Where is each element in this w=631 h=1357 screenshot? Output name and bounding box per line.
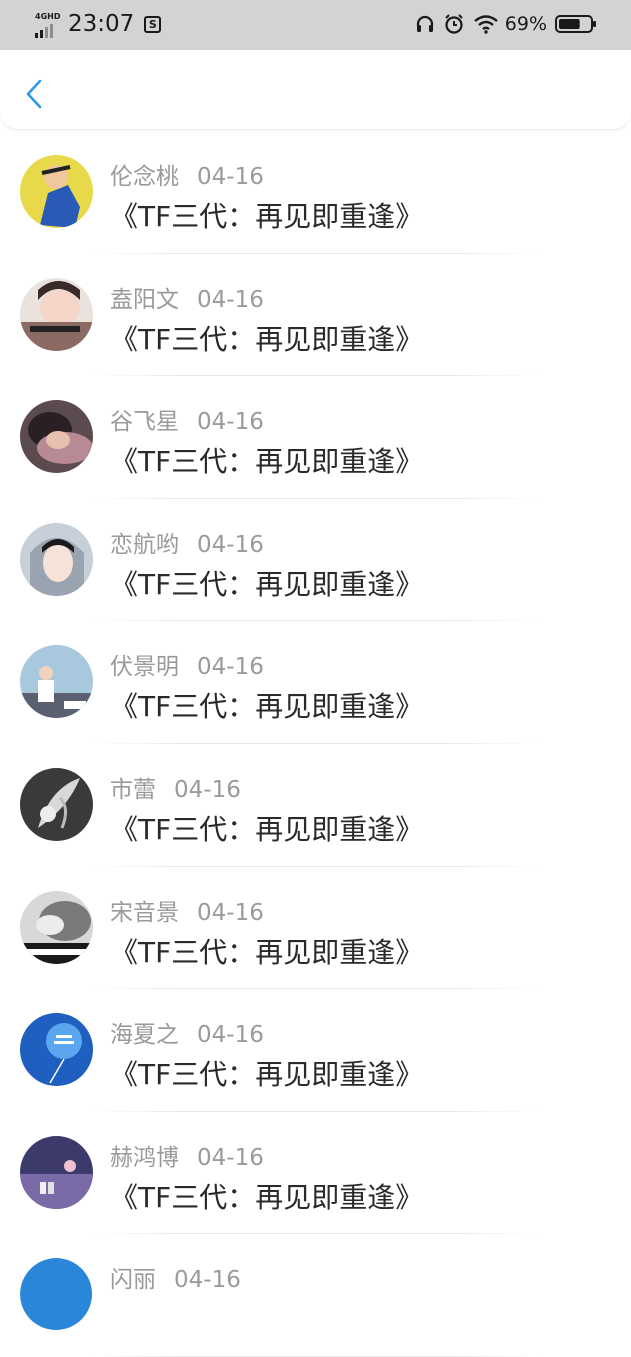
post-date: 04-16 xyxy=(197,1022,264,1049)
back-button[interactable] xyxy=(18,76,50,112)
list-item[interactable]: 海夏之 04-16 《TF三代：再见即重逢》 xyxy=(0,989,631,1112)
user-name: 恋航哟 xyxy=(110,531,179,558)
status-bar-right: 69% xyxy=(415,10,597,38)
post-date: 04-16 xyxy=(174,1267,241,1294)
user-name: 盍阳文 xyxy=(110,286,179,313)
list-item-meta: 市蕾 04-16 xyxy=(110,770,241,804)
post-date: 04-16 xyxy=(197,654,264,681)
post-date: 04-16 xyxy=(197,899,264,926)
user-name: 宋音景 xyxy=(110,899,179,926)
list-item-meta: 恋航哟 04-16 xyxy=(110,525,264,559)
story-title: 《TF三代：再见即重逢》 xyxy=(110,567,424,601)
network-type-label: 4GHD xyxy=(35,12,61,21)
status-time: 23:07 xyxy=(68,11,135,37)
list-item[interactable]: 闪丽 04-16 xyxy=(0,1234,631,1357)
list-item-meta: 闪丽 04-16 xyxy=(110,1260,241,1294)
user-name: 海夏之 xyxy=(110,1022,179,1049)
user-name: 伏景明 xyxy=(110,654,179,681)
user-name: 谷飞星 xyxy=(110,409,179,436)
user-name: 闪丽 xyxy=(110,1267,156,1294)
wifi-icon xyxy=(474,15,498,34)
list-item[interactable]: 赫鸿博 04-16 《TF三代：再见即重逢》 xyxy=(0,1112,631,1235)
story-title: 《TF三代：再见即重逢》 xyxy=(110,812,424,846)
list-item[interactable]: 谷飞星 04-16 《TF三代：再见即重逢》 xyxy=(0,376,631,499)
user-name: 赫鸿博 xyxy=(110,1144,179,1171)
list-item[interactable]: 恋航哟 04-16 《TF三代：再见即重逢》 xyxy=(0,499,631,622)
list-item-meta: 海夏之 04-16 xyxy=(110,1015,264,1049)
battery-icon xyxy=(555,15,596,33)
post-date: 04-16 xyxy=(197,1144,264,1171)
story-title: 《TF三代：再见即重逢》 xyxy=(110,690,424,724)
avatar[interactable] xyxy=(20,890,93,964)
list-item[interactable]: 市蕾 04-16 《TF三代：再见即重逢》 xyxy=(0,744,631,867)
list-item-meta: 伏景明 04-16 xyxy=(110,647,264,681)
message-list: 伦念桃 04-16 《TF三代：再见即重逢》 盍阳文 04-16 《TF三代：再见即重逢》… xyxy=(0,131,631,1357)
story-title: 《TF三代：再见即重逢》 xyxy=(110,322,424,356)
user-name: 市蕾 xyxy=(110,776,156,803)
post-date: 04-16 xyxy=(174,776,241,803)
avatar[interactable] xyxy=(20,645,93,719)
list-item-meta: 盍阳文 04-16 xyxy=(110,280,264,314)
status-bar-left: 4GHD 23:07 S xyxy=(34,10,162,38)
list-item-meta: 宋音景 04-16 xyxy=(110,893,264,927)
avatar[interactable] xyxy=(20,155,93,228)
post-date: 04-16 xyxy=(197,164,264,190)
battery-percent: 69% xyxy=(504,13,547,35)
headphones-icon xyxy=(416,15,433,32)
story-title: 《TF三代：再见即重逢》 xyxy=(110,200,424,233)
alarm-icon xyxy=(445,14,463,34)
app-notification-icon: S xyxy=(144,15,162,33)
post-date: 04-16 xyxy=(197,286,264,313)
list-item-meta: 谷飞星 04-16 xyxy=(110,402,264,436)
status-bar: 4GHD 23:07 S 69% xyxy=(0,0,631,50)
avatar[interactable] xyxy=(20,522,93,596)
post-date: 04-16 xyxy=(197,409,264,436)
story-title: 《TF三代：再见即重逢》 xyxy=(110,445,424,479)
avatar[interactable] xyxy=(20,767,93,841)
avatar[interactable] xyxy=(20,1135,93,1209)
avatar[interactable] xyxy=(20,1258,93,1332)
list-item[interactable]: 伦念桃 04-16 《TF三代：再见即重逢》 xyxy=(0,131,631,254)
avatar[interactable] xyxy=(20,400,93,474)
list-item[interactable]: 伏景明 04-16 《TF三代：再见即重逢》 xyxy=(0,621,631,744)
avatar[interactable] xyxy=(20,1013,93,1087)
post-date: 04-16 xyxy=(197,531,264,558)
avatar[interactable] xyxy=(20,277,93,351)
story-title: 《TF三代：再见即重逢》 xyxy=(110,1180,424,1214)
list-item-meta: 赫鸿博 04-16 xyxy=(110,1138,264,1172)
story-title: 《TF三代：再见即重逢》 xyxy=(110,935,424,969)
chevron-left-icon xyxy=(26,79,42,109)
user-name: 伦念桃 xyxy=(110,164,179,190)
top-navigation-bar xyxy=(0,50,631,130)
list-item[interactable]: 宋音景 04-16 《TF三代：再见即重逢》 xyxy=(0,867,631,990)
list-item[interactable]: 盍阳文 04-16 《TF三代：再见即重逢》 xyxy=(0,254,631,377)
story-title: 《TF三代：再见即重逢》 xyxy=(110,1058,424,1092)
network-indicator: 4GHD xyxy=(34,10,64,38)
list-item-meta: 伦念桃 04-16 xyxy=(110,157,264,191)
signal-bars-icon xyxy=(35,24,53,38)
